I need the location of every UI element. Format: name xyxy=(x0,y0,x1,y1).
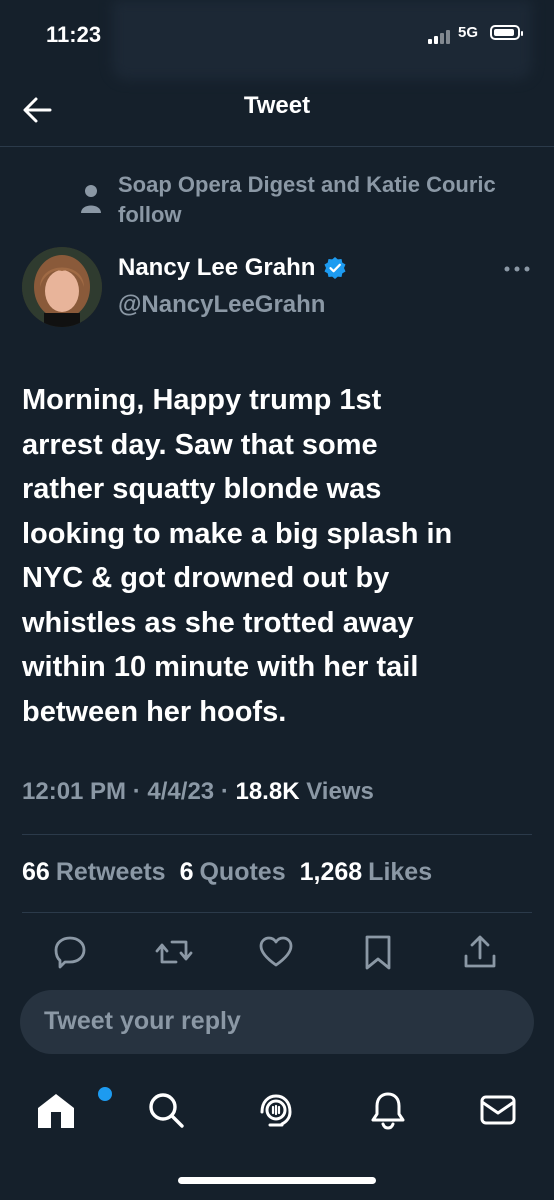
avatar-image xyxy=(22,247,102,327)
tweet-date: 4/4/23 xyxy=(147,778,215,805)
tweet-time: 12:01 PM xyxy=(22,778,127,805)
bottom-nav xyxy=(0,1080,554,1150)
quotes-stat[interactable]: 6 Quotes xyxy=(180,858,286,887)
person-icon xyxy=(81,185,101,213)
page-title: Tweet xyxy=(243,92,311,119)
retweets-stat[interactable]: 66 Retweets xyxy=(22,858,166,887)
home-icon xyxy=(38,1094,74,1128)
quotes-label: Quotes xyxy=(199,858,286,886)
divider xyxy=(22,834,532,835)
retweets-label: Retweets xyxy=(55,858,166,886)
tweet-actions xyxy=(0,928,554,976)
status-bar: 11:23 5G xyxy=(0,0,554,80)
engagement-stats: 66 Retweets 6 Quotes 1,268 Likes xyxy=(22,858,432,887)
spaces-icon[interactable] xyxy=(254,1088,298,1132)
author-handle[interactable]: @NancyLeeGrahn xyxy=(118,291,325,319)
like-icon[interactable] xyxy=(256,932,296,972)
meta-separator: · xyxy=(220,778,229,805)
signal-icon xyxy=(428,28,454,44)
battery-icon xyxy=(490,25,523,40)
search-icon[interactable] xyxy=(144,1088,188,1132)
likes-stat[interactable]: 1,268 Likes xyxy=(300,858,433,887)
reply-placeholder: Tweet your reply xyxy=(44,1007,241,1035)
top-bar: Tweet xyxy=(0,78,554,147)
views-count: 18.8K xyxy=(235,778,300,805)
bookmark-icon[interactable] xyxy=(358,932,398,972)
verified-badge-icon xyxy=(324,257,346,279)
retweet-icon[interactable] xyxy=(154,932,194,972)
tweet-text: Morning, Happy trump 1st arrest day. Saw… xyxy=(22,384,453,728)
notifications-icon[interactable] xyxy=(366,1088,410,1132)
likes-label: Likes xyxy=(368,858,433,886)
reply-icon[interactable] xyxy=(50,932,90,972)
divider xyxy=(22,912,532,913)
status-time: 11:23 xyxy=(46,22,102,47)
avatar[interactable] xyxy=(22,247,102,327)
nav-home[interactable] xyxy=(34,1085,114,1132)
share-icon[interactable] xyxy=(460,932,500,972)
social-context-text: Soap Opera Digest and Katie Couric follo… xyxy=(118,172,496,227)
meta-separator: · xyxy=(132,778,141,805)
network-label: 5G xyxy=(458,24,479,41)
more-options-icon[interactable] xyxy=(502,262,532,276)
notification-dot xyxy=(96,1085,114,1103)
tweet-meta: 12:01 PM · 4/4/23 · 18.8K Views xyxy=(22,778,374,806)
retweets-count: 66 xyxy=(22,858,50,886)
quotes-count: 6 xyxy=(179,858,194,886)
reply-input[interactable]: Tweet your reply xyxy=(20,990,534,1054)
views-label: Views xyxy=(306,778,374,805)
messages-icon[interactable] xyxy=(476,1088,520,1132)
author-name-row[interactable]: Nancy Lee Grahn xyxy=(118,254,347,282)
likes-count: 1,268 xyxy=(299,858,363,886)
display-name[interactable]: Nancy Lee Grahn xyxy=(118,254,315,282)
home-indicator[interactable] xyxy=(178,1177,376,1184)
